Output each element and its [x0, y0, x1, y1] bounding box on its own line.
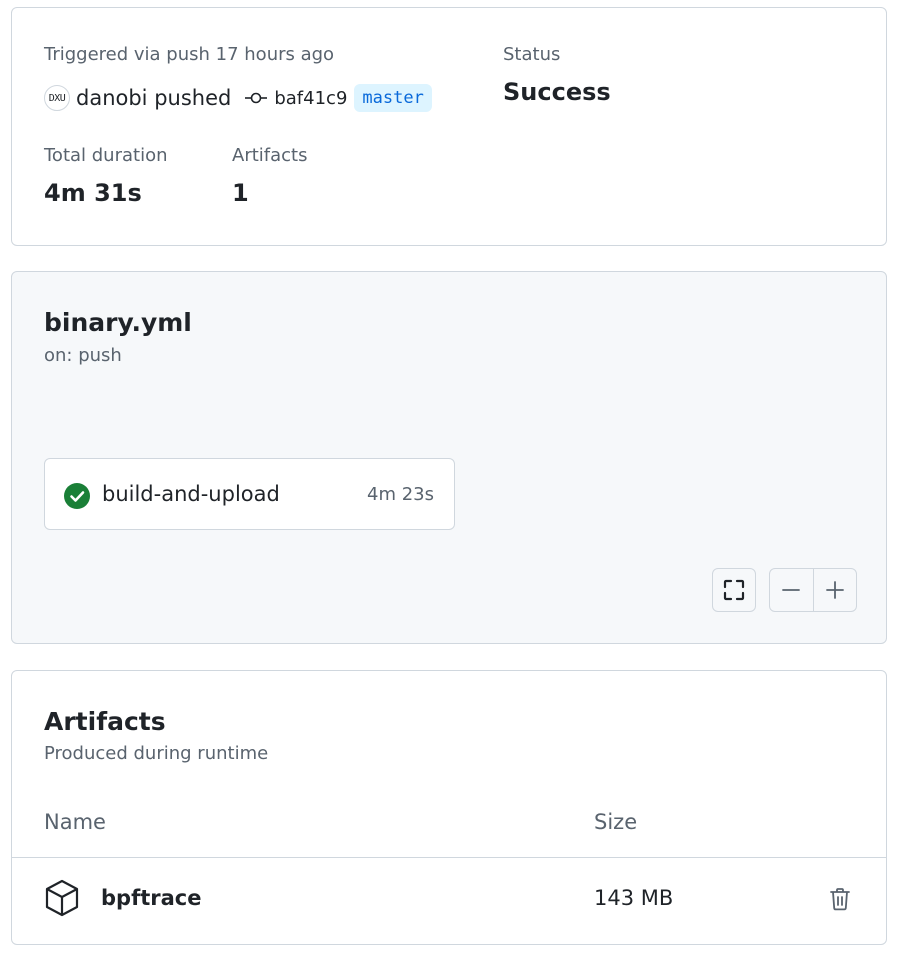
- fullscreen-button[interactable]: [712, 568, 756, 612]
- artifacts-card: Artifacts Produced during runtime Name S…: [11, 670, 887, 945]
- artifact-name-link[interactable]: bpftrace: [101, 886, 201, 910]
- check-circle-fill-icon: [64, 483, 90, 509]
- duration-label: Total duration: [44, 145, 168, 166]
- table-row: bpftrace 143 MB: [12, 858, 886, 944]
- artifacts-count-value[interactable]: 1: [232, 179, 249, 207]
- pusher-text[interactable]: danobi pushed: [76, 86, 231, 110]
- workflow-graph-card: binary.yml on: push build-and-upload 4m …: [11, 271, 887, 644]
- job-duration: 4m 23s: [367, 484, 434, 505]
- git-commit-icon: [245, 92, 268, 104]
- fullscreen-icon: [723, 579, 745, 601]
- zoom-out-button[interactable]: [770, 569, 813, 611]
- column-header-name: Name: [44, 810, 106, 834]
- job-build-and-upload[interactable]: build-and-upload 4m 23s: [44, 458, 455, 530]
- avatar[interactable]: DXU: [44, 85, 70, 111]
- delete-artifact-button[interactable]: [826, 885, 854, 913]
- workflow-file-name[interactable]: binary.yml: [44, 308, 192, 337]
- commit-link[interactable]: baf41c9: [245, 88, 347, 109]
- trigger-text: Triggered via push 17 hours ago: [44, 44, 335, 65]
- package-icon: [45, 879, 79, 917]
- column-header-size: Size: [594, 810, 638, 834]
- commit-sha: baf41c9: [274, 87, 348, 109]
- plus-icon: [825, 581, 844, 599]
- branch-label[interactable]: master: [354, 84, 432, 112]
- artifacts-title: Artifacts: [44, 707, 166, 736]
- workflow-trigger: on: push: [44, 345, 122, 366]
- artifacts-count-label: Artifacts: [232, 145, 308, 166]
- job-name: build-and-upload: [102, 482, 280, 506]
- zoom-in-button[interactable]: [812, 569, 857, 611]
- status-value: Success: [503, 78, 611, 106]
- zoom-controls: [769, 568, 857, 612]
- run-summary-card: Triggered via push 17 hours ago DXU dano…: [11, 7, 887, 246]
- duration-value: 4m 31s: [44, 179, 142, 207]
- push-info: DXU danobi pushed baf41c9 master: [44, 84, 432, 112]
- minus-icon: [782, 589, 801, 591]
- artifacts-subtitle: Produced during runtime: [44, 743, 269, 764]
- trash-icon: [830, 888, 850, 911]
- status-label: Status: [503, 44, 561, 65]
- artifact-size: 143 MB: [594, 886, 674, 910]
